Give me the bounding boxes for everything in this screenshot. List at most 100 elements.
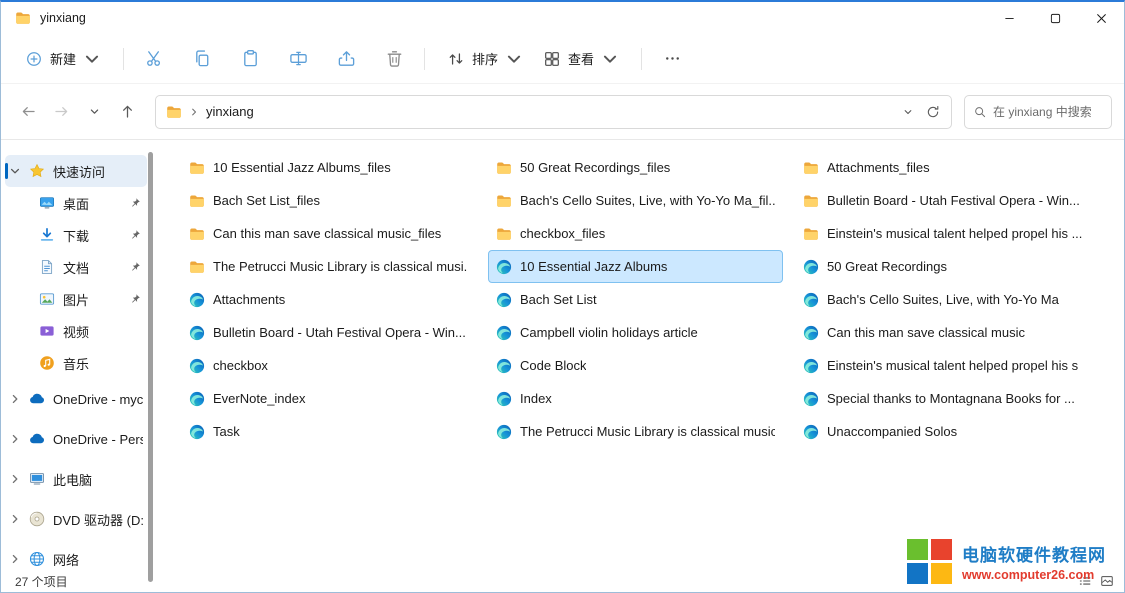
sidebar-list: 快速访问桌面下载文档图片视频音乐 OneDrive - mycOneDrive -… (1, 155, 157, 570)
delete-button[interactable] (376, 41, 412, 77)
new-button[interactable]: 新建 (15, 42, 111, 75)
file-item[interactable]: Can this man save classical music (795, 316, 1090, 349)
file-item[interactable]: Campbell violin holidays article (488, 316, 783, 349)
sidebar-item-videos[interactable]: 视频 (5, 315, 147, 347)
chevron-right-icon[interactable] (9, 473, 21, 485)
up-button[interactable] (112, 96, 143, 127)
watermark-text: 电脑软硬件教程网 www.computer26.com (962, 541, 1106, 582)
edge-icon (496, 358, 512, 374)
file-item[interactable]: 50 Great Recordings_files (488, 151, 783, 184)
chevron-right-icon[interactable] (9, 433, 21, 445)
file-name: Attachments_files (827, 160, 930, 175)
refresh-button[interactable] (925, 104, 941, 120)
sidebar-item-network[interactable]: 网络 (5, 539, 147, 570)
file-name: checkbox (213, 358, 268, 373)
recent-locations-button[interactable] (79, 96, 110, 127)
view-button[interactable]: 查看 (533, 42, 629, 75)
close-button[interactable] (1078, 2, 1124, 34)
back-button[interactable] (13, 96, 44, 127)
star-icon (29, 163, 45, 179)
share-button[interactable] (328, 41, 364, 77)
file-item[interactable]: Attachments (181, 283, 476, 316)
edge-icon (803, 292, 819, 308)
sidebar-item-dvd-drive[interactable]: DVD 驱动器 (D: (5, 499, 147, 539)
file-item[interactable]: Bulletin Board - Utah Festival Opera - W… (181, 316, 476, 349)
copy-button[interactable] (184, 41, 220, 77)
item-count: 27 个项目 (15, 573, 68, 590)
videos-icon (39, 323, 55, 339)
chevron-down-icon[interactable] (903, 107, 913, 117)
file-item[interactable]: Index (488, 382, 783, 415)
watermark-logo-square (931, 539, 952, 560)
file-item[interactable]: Can this man save classical music_files (181, 217, 476, 250)
sidebar-item-pictures[interactable]: 图片 (5, 283, 147, 315)
window-controls (986, 2, 1124, 34)
chevron-right-icon[interactable] (9, 393, 21, 405)
file-item[interactable]: Unaccompanied Solos (795, 415, 1090, 448)
sidebar-item-documents[interactable]: 文档 (5, 251, 147, 283)
file-name: 10 Essential Jazz Albums (520, 259, 667, 274)
maximize-button[interactable] (1032, 2, 1078, 34)
sort-icon (447, 50, 465, 68)
file-item[interactable]: Bach Set List (488, 283, 783, 316)
sidebar-item-onedrive-2[interactable]: OneDrive - Pers (5, 419, 147, 459)
file-name: Einstein's musical talent helped propel … (827, 226, 1082, 241)
file-name: 50 Great Recordings_files (520, 160, 670, 175)
sidebar-scrollbar[interactable] (148, 152, 153, 582)
file-item[interactable]: 10 Essential Jazz Albums_files (181, 151, 476, 184)
chevron-right-icon[interactable] (9, 513, 21, 525)
search-box[interactable] (964, 95, 1112, 129)
folder-icon (496, 226, 512, 242)
file-item[interactable]: Bach Set List_files (181, 184, 476, 217)
edge-icon (189, 424, 205, 440)
file-item[interactable]: Code Block (488, 349, 783, 382)
sidebar-item-onedrive-1[interactable]: OneDrive - myc (5, 379, 147, 419)
sidebar-item-downloads[interactable]: 下载 (5, 219, 147, 251)
file-name: Attachments (213, 292, 285, 307)
share-icon (337, 49, 356, 68)
minimize-button[interactable] (986, 2, 1032, 34)
paste-button[interactable] (232, 41, 268, 77)
more-button[interactable] (654, 41, 690, 77)
sidebar-item-label: 音乐 (63, 354, 143, 373)
file-name: EverNote_index (213, 391, 306, 406)
sidebar-item-this-pc[interactable]: 此电脑 (5, 459, 147, 499)
file-item[interactable]: 10 Essential Jazz Albums (488, 250, 783, 283)
copy-icon (193, 49, 212, 68)
sidebar-item-desktop[interactable]: 桌面 (5, 187, 147, 219)
file-item[interactable]: Bach's Cello Suites, Live, with Yo-Yo Ma… (488, 184, 783, 217)
file-item[interactable]: Einstein's musical talent helped propel … (795, 349, 1090, 382)
search-input[interactable] (993, 105, 1103, 119)
cut-button[interactable] (136, 41, 172, 77)
folder-icon (496, 193, 512, 209)
rename-button[interactable] (280, 41, 316, 77)
file-item[interactable]: checkbox (181, 349, 476, 382)
file-item[interactable]: Attachments_files (795, 151, 1090, 184)
more-icon (663, 49, 682, 68)
watermark-title: 电脑软硬件教程网 (962, 541, 1106, 566)
file-item[interactable]: Einstein's musical talent helped propel … (795, 217, 1090, 250)
file-item[interactable]: Task (181, 415, 476, 448)
file-item[interactable]: checkbox_files (488, 217, 783, 250)
address-bar[interactable]: yinxiang (155, 95, 952, 129)
file-name: Bulletin Board - Utah Festival Opera - W… (827, 193, 1080, 208)
sidebar-item-quick-access[interactable]: 快速访问 (5, 155, 147, 187)
watermark-logo-square (907, 539, 928, 560)
file-item[interactable]: The Petrucci Music Library is classical … (181, 250, 476, 283)
sidebar-item-music[interactable]: 音乐 (5, 347, 147, 379)
file-item[interactable]: EverNote_index (181, 382, 476, 415)
file-item[interactable]: Bach's Cello Suites, Live, with Yo-Yo Ma (795, 283, 1090, 316)
file-item[interactable]: Bulletin Board - Utah Festival Opera - W… (795, 184, 1090, 217)
file-item[interactable]: 50 Great Recordings (795, 250, 1090, 283)
edge-icon (803, 325, 819, 341)
file-item[interactable]: The Petrucci Music Library is classical … (488, 415, 783, 448)
breadcrumb[interactable]: yinxiang (206, 104, 254, 119)
cut-icon (145, 49, 164, 68)
up-icon (119, 103, 136, 120)
chevron-down-icon[interactable] (9, 165, 21, 177)
file-name: Bulletin Board - Utah Festival Opera - W… (213, 325, 466, 340)
forward-button[interactable] (46, 96, 77, 127)
file-item[interactable]: Special thanks to Montagnana Books for .… (795, 382, 1090, 415)
chevron-right-icon[interactable] (9, 553, 21, 565)
sort-button[interactable]: 排序 (437, 42, 533, 75)
